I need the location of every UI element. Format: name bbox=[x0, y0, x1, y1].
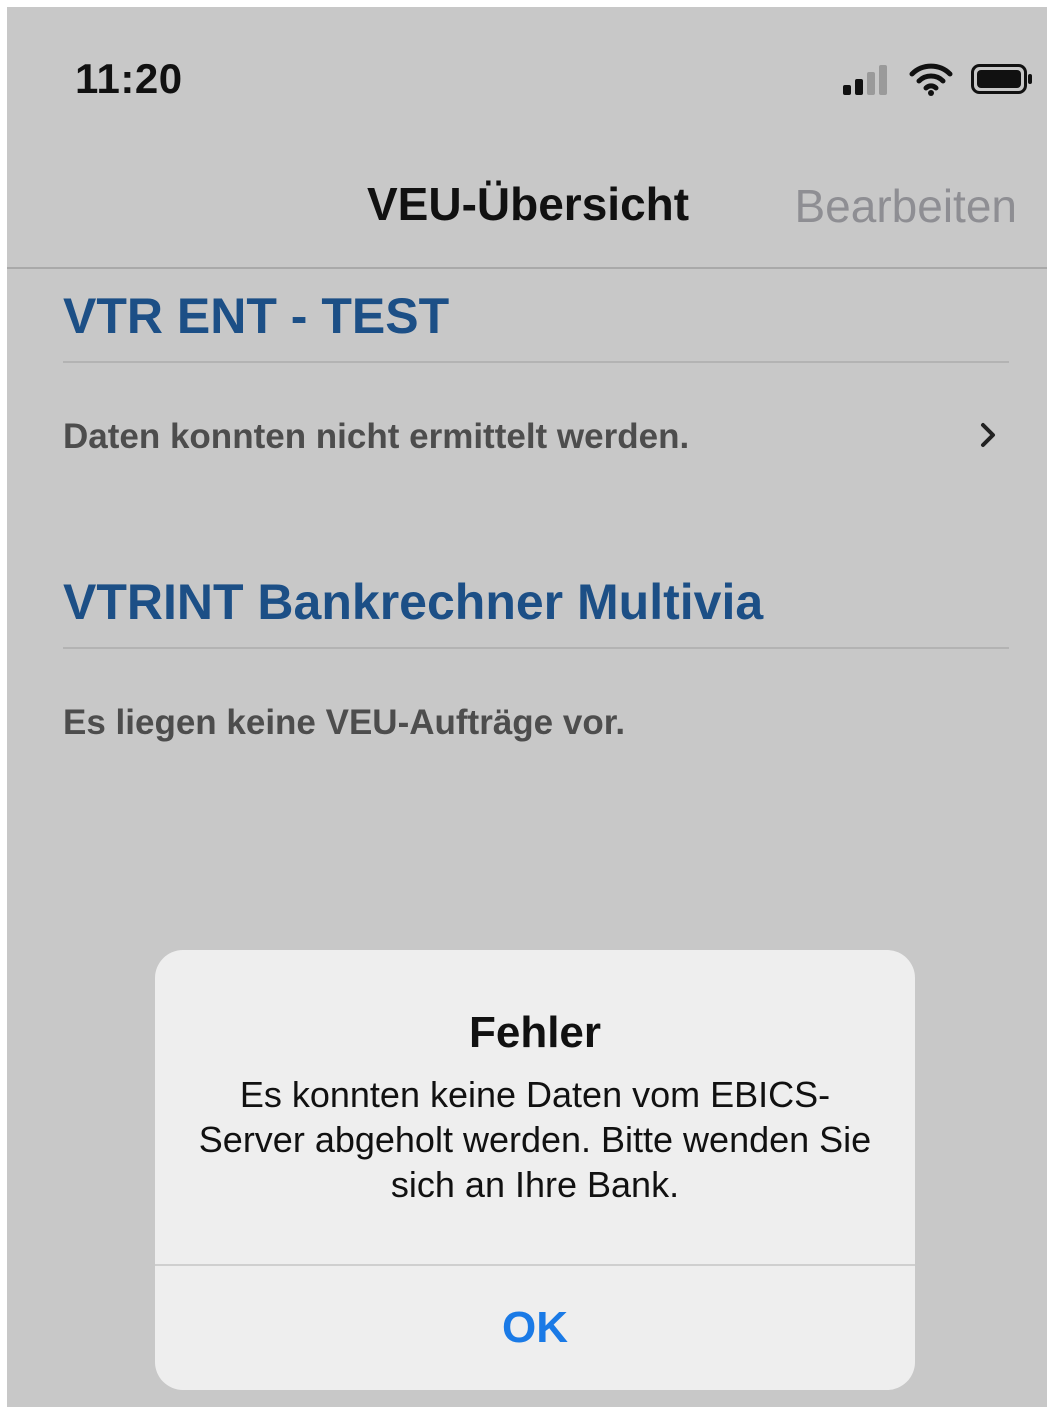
status-icons bbox=[841, 61, 1033, 101]
section-title-vtrint-bankrechner: VTRINT Bankrechner Multivia bbox=[63, 574, 764, 630]
section-divider bbox=[63, 647, 1009, 649]
alert-message: Es konnten keine Daten vom EBICS-Server … bbox=[198, 1074, 872, 1205]
list-item-text: Daten konnten nicht ermittelt werden. bbox=[63, 417, 690, 456]
chevron-right-icon bbox=[973, 415, 1003, 455]
alert-title: Fehler bbox=[468, 1008, 602, 1057]
app-screen: 11:20 VEU-Übersicht Bearbeiten VTR ENT -… bbox=[7, 7, 1047, 1407]
list-item-text: Es liegen keine VEU-Aufträge vor. bbox=[63, 703, 626, 742]
battery-icon bbox=[971, 63, 1033, 99]
section-title-vtr-ent-test: VTR ENT - TEST bbox=[63, 288, 450, 344]
wifi-icon bbox=[909, 62, 953, 101]
edit-button[interactable]: Bearbeiten bbox=[795, 179, 1018, 233]
page-title: VEU-Übersicht bbox=[367, 178, 690, 230]
error-alert-dialog: Fehler Es konnten keine Daten vom EBICS-… bbox=[155, 950, 915, 1390]
status-bar: 11:20 bbox=[7, 7, 1047, 127]
section-divider bbox=[63, 361, 1009, 363]
ok-button[interactable]: OK bbox=[155, 1266, 915, 1390]
navigation-bar: VEU-Übersicht Bearbeiten bbox=[7, 157, 1047, 269]
cellular-signal-icon bbox=[841, 63, 891, 100]
status-time: 11:20 bbox=[75, 55, 183, 102]
